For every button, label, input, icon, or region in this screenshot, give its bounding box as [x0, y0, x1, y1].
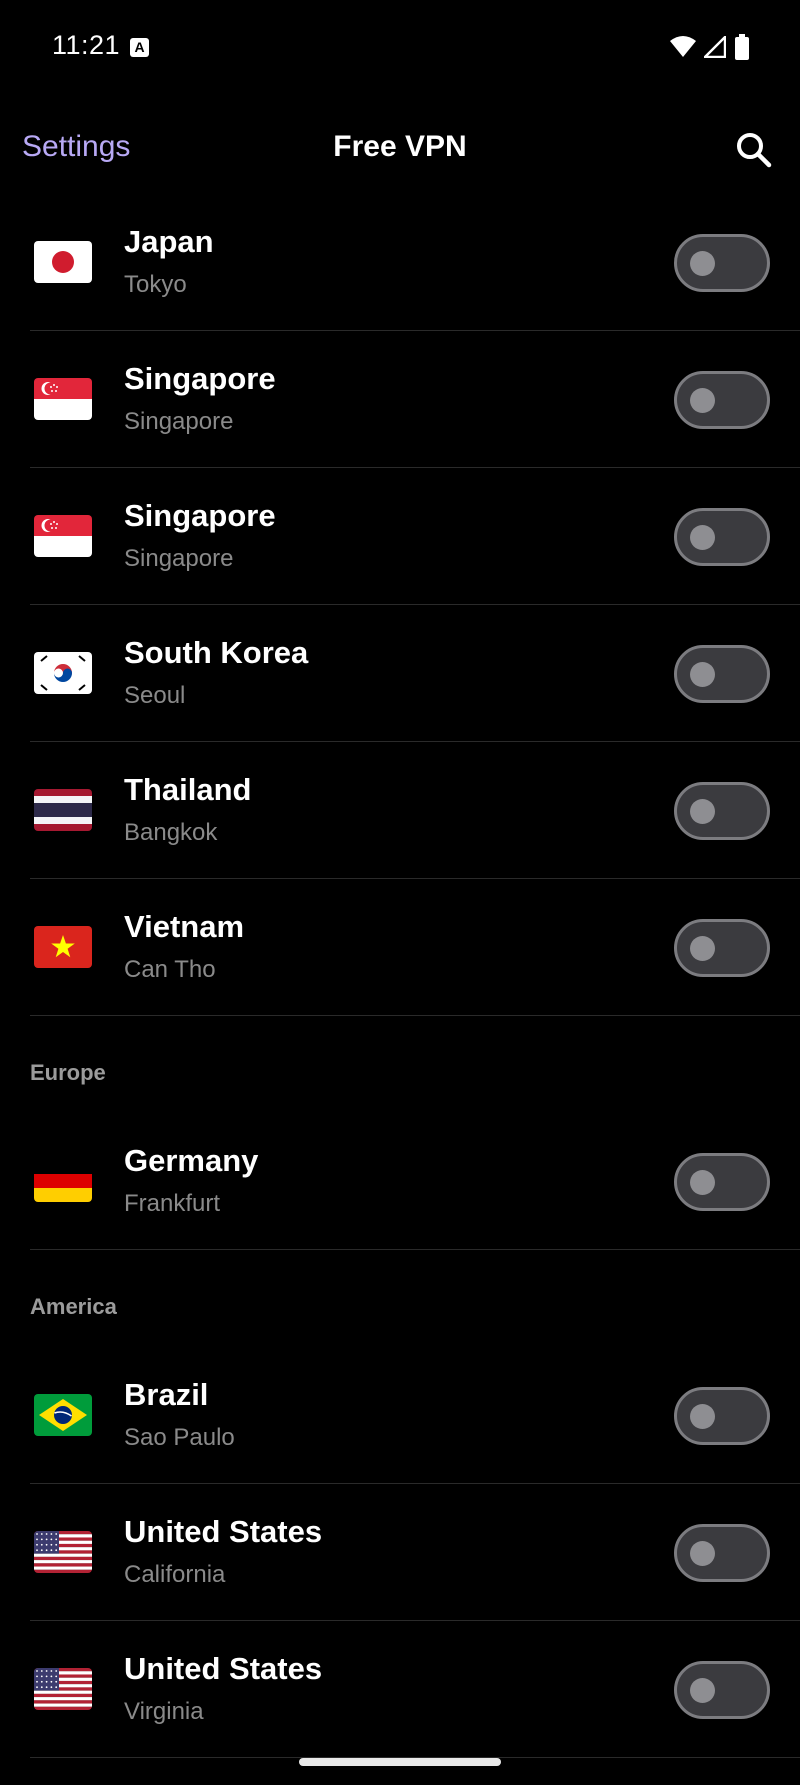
- sg-flag-icon: [34, 378, 92, 420]
- vn-flag-icon: [34, 926, 92, 968]
- toggle-knob: [690, 799, 715, 824]
- city-name: California: [124, 1561, 226, 1588]
- server-row[interactable]: United States California: [0, 1484, 800, 1621]
- country-name: Thailand: [124, 772, 252, 807]
- search-icon: [737, 133, 772, 168]
- city-name: Seoul: [124, 682, 186, 709]
- city-name: Sao Paulo: [124, 1424, 235, 1451]
- toggle-knob: [690, 662, 715, 687]
- connect-toggle[interactable]: [674, 782, 770, 840]
- server-row[interactable]: Thailand Bangkok: [0, 742, 800, 879]
- city-name: Can Tho: [124, 956, 216, 983]
- section-header-america: America: [30, 1294, 117, 1319]
- toggle-knob: [690, 1541, 715, 1566]
- city-name: Virginia: [124, 1698, 204, 1725]
- connect-toggle[interactable]: [674, 919, 770, 977]
- server-row[interactable]: Germany Frankfurt: [0, 1113, 800, 1250]
- connect-toggle[interactable]: [674, 645, 770, 703]
- connect-toggle[interactable]: [674, 1524, 770, 1582]
- country-name: Germany: [124, 1143, 259, 1178]
- kr-flag-icon: [34, 652, 92, 694]
- toggle-knob: [690, 936, 715, 961]
- connect-toggle[interactable]: [674, 371, 770, 429]
- section-header-europe: Europe: [30, 1060, 106, 1085]
- country-name: United States: [124, 1514, 323, 1549]
- sg-flag-icon: [34, 515, 92, 557]
- battery-icon: [734, 34, 750, 65]
- toggle-knob: [690, 1170, 715, 1195]
- us-flag-icon: [34, 1531, 92, 1573]
- city-name: Singapore: [124, 408, 234, 435]
- status-time: 11:21: [52, 30, 121, 60]
- server-row[interactable]: Singapore Singapore: [0, 468, 800, 605]
- city-name: Singapore: [124, 545, 234, 572]
- jp-flag-icon: [34, 241, 92, 283]
- notification-app-icon: A: [130, 38, 149, 57]
- connect-toggle[interactable]: [674, 1153, 770, 1211]
- de-flag-icon: [34, 1160, 92, 1202]
- server-row[interactable]: Japan Tokyo: [0, 194, 800, 331]
- server-list: Japan Tokyo Singapore Singapore Singapore Sin…: [0, 194, 800, 1758]
- connect-toggle[interactable]: [674, 1661, 770, 1719]
- server-row[interactable]: South Korea Seoul: [0, 605, 800, 742]
- connect-toggle[interactable]: [674, 1387, 770, 1445]
- country-name: Singapore: [124, 361, 276, 396]
- connect-toggle[interactable]: [674, 508, 770, 566]
- toggle-knob: [690, 251, 715, 276]
- server-row[interactable]: Vietnam Can Tho: [0, 879, 800, 1016]
- toggle-knob: [690, 1678, 715, 1703]
- toggle-knob: [690, 525, 715, 550]
- country-name: Vietnam: [124, 909, 245, 944]
- server-row[interactable]: Brazil Sao Paulo: [0, 1347, 800, 1484]
- country-name: South Korea: [124, 635, 309, 670]
- toggle-knob: [690, 1404, 715, 1429]
- home-indicator[interactable]: [299, 1758, 501, 1766]
- signal-icon: [702, 34, 727, 63]
- us-flag-icon: [34, 1668, 92, 1710]
- connect-toggle[interactable]: [674, 234, 770, 292]
- city-name: Tokyo: [124, 271, 187, 298]
- th-flag-icon: [34, 789, 92, 831]
- city-name: Frankfurt: [124, 1190, 221, 1217]
- search-button[interactable]: [732, 128, 776, 172]
- server-row[interactable]: Singapore Singapore: [0, 331, 800, 468]
- country-name: United States: [124, 1651, 323, 1686]
- city-name: Bangkok: [124, 819, 218, 846]
- app-bar: Settings Free VPN: [0, 110, 800, 190]
- country-name: Singapore: [124, 498, 276, 533]
- country-name: Japan: [124, 224, 214, 259]
- settings-button[interactable]: Settings: [22, 130, 130, 164]
- br-flag-icon: [34, 1394, 92, 1436]
- server-row[interactable]: United States Virginia: [0, 1621, 800, 1758]
- status-bar: 11:21 A: [0, 0, 800, 96]
- country-name: Brazil: [124, 1377, 209, 1412]
- wifi-icon: [670, 36, 696, 63]
- toggle-knob: [690, 388, 715, 413]
- status-icons: [670, 34, 750, 65]
